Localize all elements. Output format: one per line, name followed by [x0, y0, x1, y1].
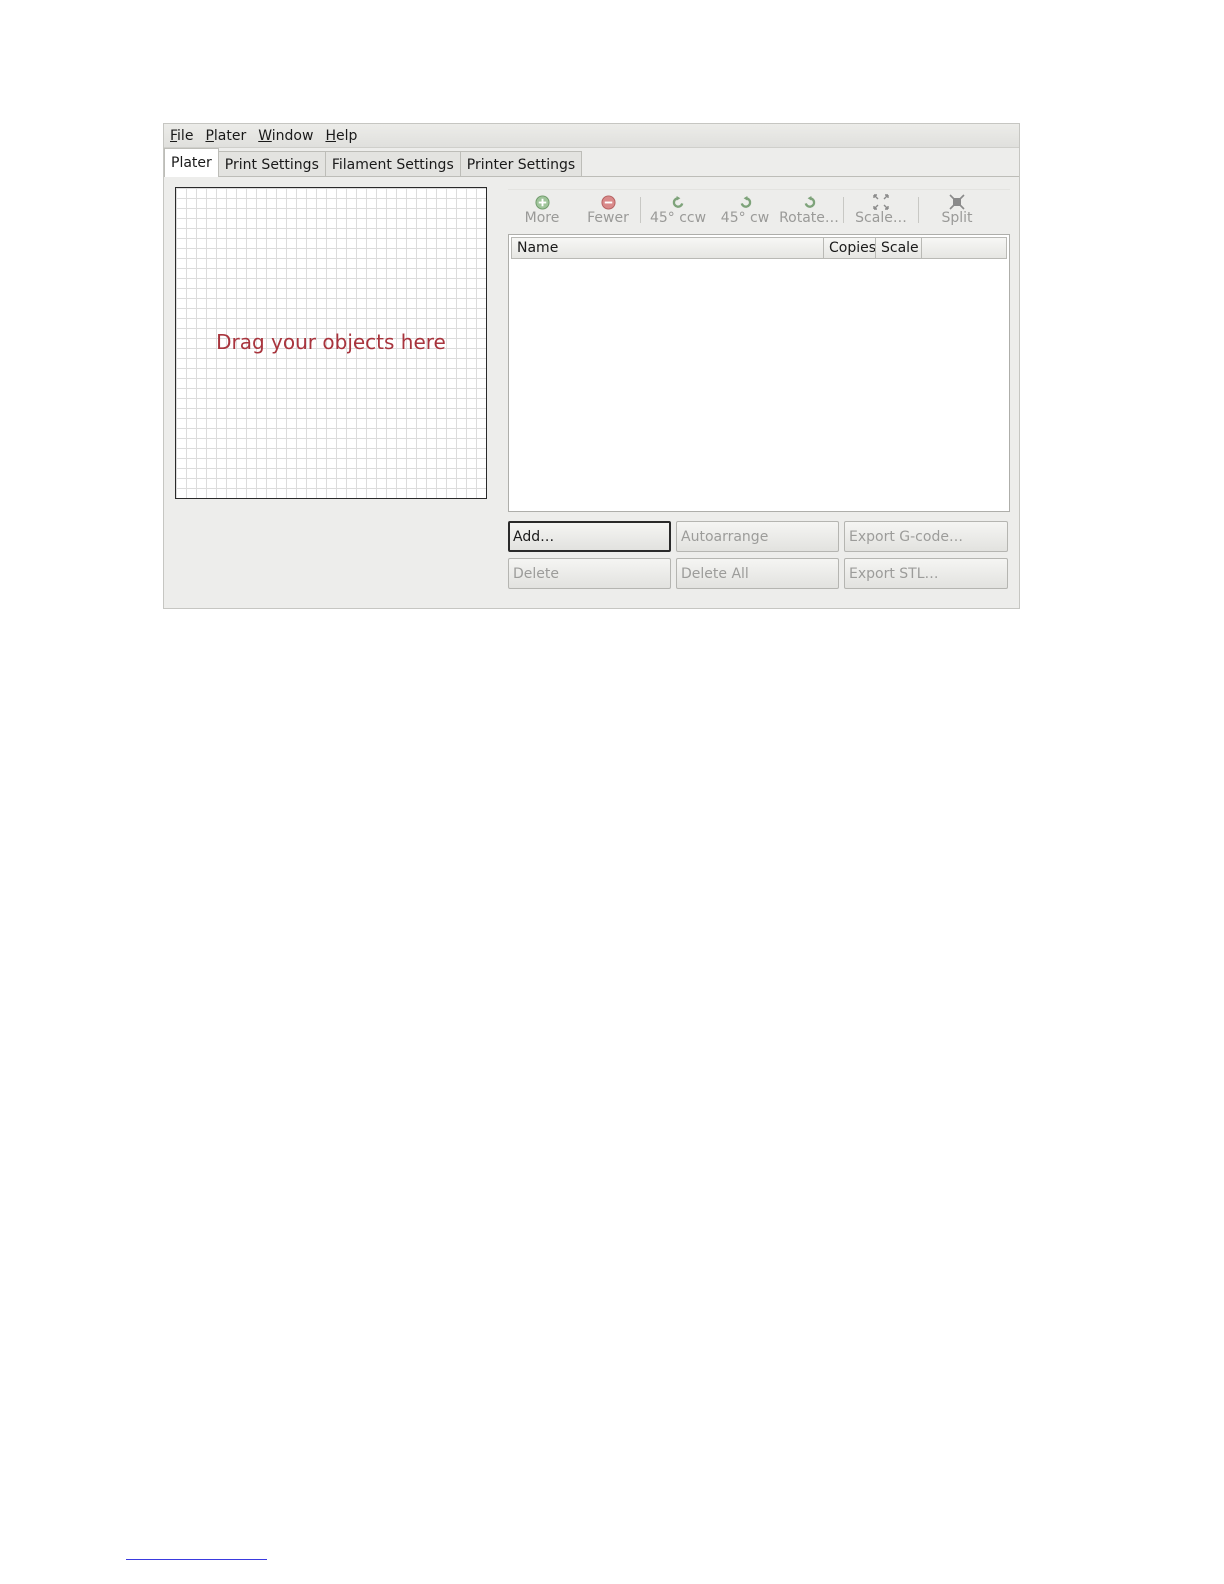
menu-plater-rest: later — [213, 127, 247, 144]
split-button[interactable]: Split — [919, 190, 995, 228]
rotate-cw-button[interactable]: 45° cw — [715, 190, 775, 228]
tab-bar: Plater Print Settings Filament Settings … — [164, 148, 583, 177]
scale-label: Scale… — [855, 210, 907, 226]
more-label: More — [524, 210, 560, 226]
menu-plater[interactable]: Plater — [205, 128, 246, 144]
tab-filament-settings[interactable]: Filament Settings — [324, 151, 461, 177]
tab-print-settings[interactable]: Print Settings — [217, 151, 326, 177]
split-icon — [949, 194, 965, 210]
column-scale[interactable]: Scale — [876, 238, 922, 258]
minus-icon — [600, 194, 616, 210]
column-name[interactable]: Name — [512, 238, 824, 258]
scale-button[interactable]: Scale… — [844, 190, 918, 228]
split-label: Split — [941, 210, 973, 226]
rotate-cw-icon — [737, 194, 753, 210]
plater-canvas[interactable]: Drag your objects here — [175, 187, 487, 499]
delete-all-button[interactable]: Delete All — [676, 558, 839, 589]
tab-plater[interactable]: Plater — [164, 148, 219, 177]
menu-help-mnemonic: H — [325, 127, 336, 144]
export-stl-button[interactable]: Export STL… — [844, 558, 1008, 589]
footnote-separator — [126, 1559, 267, 1560]
object-list-header: Name Copies Scale — [511, 237, 1007, 259]
scale-arrows-icon — [873, 194, 889, 210]
menu-window-mnemonic: W — [258, 127, 272, 144]
plater-toolbar: More Fewer 45° ccw 45° cw Rotate… Scale…… — [508, 189, 1010, 232]
menu-file[interactable]: File — [170, 128, 193, 144]
fewer-button[interactable]: Fewer — [576, 190, 640, 228]
rotate-icon — [801, 194, 817, 210]
rotate-ccw-icon — [670, 194, 686, 210]
menu-help[interactable]: Help — [325, 128, 357, 144]
menu-window-rest: indow — [271, 127, 314, 144]
menubar: File Plater Window Help — [164, 124, 1019, 148]
menu-file-rest: ile — [177, 127, 194, 144]
delete-button[interactable]: Delete — [508, 558, 671, 589]
add-button[interactable]: Add… — [508, 521, 671, 552]
rotate-ccw-button[interactable]: 45° ccw — [641, 190, 715, 228]
tab-printer-settings[interactable]: Printer Settings — [459, 151, 583, 177]
rotate-label: Rotate… — [779, 210, 839, 226]
autoarrange-button[interactable]: Autoarrange — [676, 521, 839, 552]
slic3r-window: File Plater Window Help Plater Print Set… — [163, 123, 1020, 609]
rotate-button[interactable]: Rotate… — [775, 190, 843, 228]
rotate-ccw-label: 45° ccw — [649, 210, 707, 226]
menu-file-mnemonic: F — [170, 127, 178, 144]
menu-help-rest: elp — [335, 127, 358, 144]
fewer-label: Fewer — [587, 210, 629, 226]
canvas-hint: Drag your objects here — [216, 330, 446, 354]
column-extra[interactable] — [922, 238, 1006, 258]
menu-plater-mnemonic: P — [205, 127, 214, 144]
export-gcode-button[interactable]: Export G-code… — [844, 521, 1008, 552]
plater-panel: Drag your objects here More Fewer 45° cc… — [164, 176, 1019, 608]
column-copies[interactable]: Copies — [824, 238, 876, 258]
menu-window[interactable]: Window — [258, 128, 313, 144]
plus-icon — [534, 194, 550, 210]
rotate-cw-label: 45° cw — [720, 210, 770, 226]
more-button[interactable]: More — [508, 190, 576, 228]
object-list[interactable]: Name Copies Scale — [508, 234, 1010, 512]
